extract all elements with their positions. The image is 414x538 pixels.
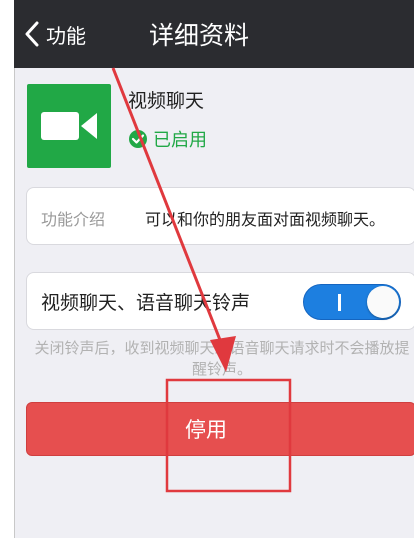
- intro-card: 功能介绍 可以和你的朋友面对面视频聊天。: [26, 187, 414, 245]
- check-circle-icon: [129, 130, 147, 148]
- video-camera-icon: [27, 84, 111, 168]
- screen-edge: [0, 0, 15, 538]
- app-name: 视频聊天: [128, 90, 205, 112]
- ringtone-toggle[interactable]: [303, 284, 401, 320]
- page-title: 详细资料: [148, 21, 249, 50]
- stop-button[interactable]: 停用: [26, 402, 414, 456]
- intro-label: 功能介绍: [41, 210, 106, 229]
- toggle-knob[interactable]: [367, 286, 399, 318]
- annotation-overlay: [111, 67, 292, 493]
- status-text: 已启用: [153, 130, 207, 151]
- status-badge: 已启用: [128, 126, 207, 152]
- ringtone-label: 视频聊天、语音聊天铃声: [41, 292, 251, 314]
- intro-text: 可以和你的朋友面对面视频聊天。: [145, 210, 386, 229]
- toggle-on-mark: [338, 294, 341, 311]
- ringtone-note: 关闭铃声后，收到视频聊天或语音聊天请求时不会播放提醒铃声。: [34, 339, 410, 378]
- ringtone-row: 视频聊天、语音聊天铃声: [26, 272, 414, 330]
- navigation-bar: 功能 详细资料: [14, 0, 414, 68]
